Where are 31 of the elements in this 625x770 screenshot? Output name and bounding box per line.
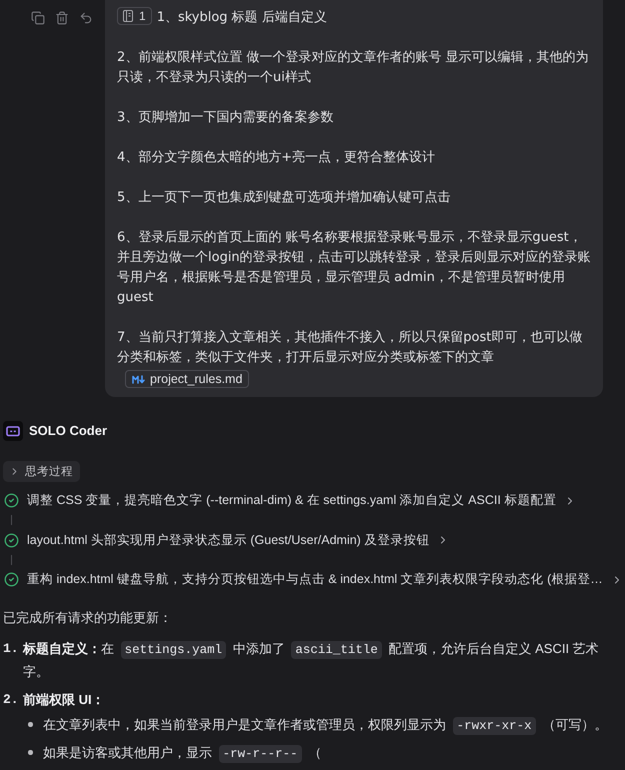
bullet-icon [28, 722, 32, 726]
message-paragraph: 3、页脚增加一下国内需要的备案参数 [117, 110, 334, 125]
step-link[interactable]: 调整 CSS 变量，提亮暗色文字 (--terminal-dim) & 在 settings.yaml 添加自定义 ASCII 标题配置 [27, 492, 576, 509]
bot-avatar-icon [3, 420, 23, 440]
step-connector-line [11, 515, 12, 525]
delete-icon[interactable] [55, 11, 69, 25]
agent-name: SOLO Coder [29, 423, 108, 438]
summary-text: 已完成所有请求的功能更新： [3, 608, 172, 626]
list-item-text: 标题自定义：在 settings.yaml 中添加了 ascii_title 配置项，允许后台自定义 ASCII 艺术字。 [23, 640, 600, 680]
message-paragraph: 5、上一页下一页也集成到键盘可选项并增加确认键可点击 [117, 190, 450, 205]
message-paragraph: 7、当前只打算接入文章相关，其他插件不接入，所以只保留post即可，也可以做分类和标签，类似于文件夹，打开后显示对应分类或标签下的文章 [117, 330, 582, 365]
step-connector-line [11, 554, 12, 564]
list-item-text: 如果是访客或其他用户，显示 -rw-r--r-- （ [43, 744, 322, 764]
undo-icon[interactable] [79, 11, 93, 25]
panel-icon [123, 10, 133, 22]
step-link[interactable]: 重构 index.html 键盘导航，支持分页按钮选中与点击 & index.html 文章列表权限字段动态化 (根据登… [27, 571, 623, 588]
bullet-icon [28, 750, 32, 754]
message-paragraph: 2、前端权限样式位置 做一个登录对应的文章作者的账号 显示可以编辑，其他的为只读，不登录为只读的一个ui样式 [117, 50, 589, 85]
message-paragraph: 6、登录后显示的首页上面的 账号名称要根据登录账号显示，不登录显示guest，并且旁边做一个login的登录按钮，点击可以跳转登录，登录后则显示对应的登录账号用户名，根据账号是否是管理员，显示管理员 admin，不是管理员暂时使用guest [117, 230, 591, 305]
step-link[interactable]: layout.html 头部实现用户登录状态显示 (Guest/User/Admin) 及登录按钮 [27, 532, 450, 548]
list-item-text: 前端权限 UI： [23, 690, 106, 708]
message-paragraph: 1、skyblog 标题 后端自定义 [156, 10, 327, 25]
list-number: 2. [3, 690, 20, 708]
thinking-toggle[interactable]: 思考过程 [3, 460, 80, 482]
list-number: 1. [3, 640, 20, 658]
copy-icon[interactable] [31, 11, 45, 25]
reference-chip[interactable]: 1 [117, 7, 152, 26]
attachment-chip[interactable]: project_rules.md [125, 370, 250, 388]
markdown-icon [132, 374, 145, 384]
message-paragraph: 4、部分文字颜色太暗的地方+亮一点，更符合整体设计 [117, 150, 436, 165]
list-item-text: 在文章列表中，如果当前登录用户是文章作者或管理员，权限列显示为 -rwxr-xr-x （可写）。 [43, 716, 608, 736]
